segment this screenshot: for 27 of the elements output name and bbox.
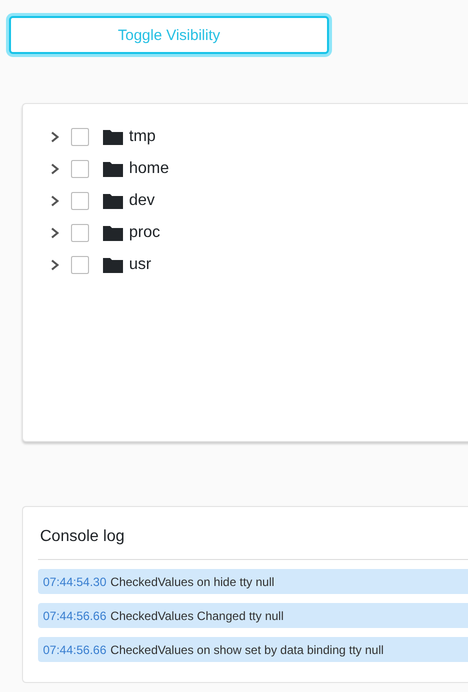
checkbox[interactable]: [71, 160, 89, 178]
checkbox[interactable]: [71, 224, 89, 242]
timestamp: 07:44:56.66: [43, 608, 106, 622]
chevron-icon[interactable]: [50, 195, 60, 207]
checkbox[interactable]: [71, 192, 89, 210]
log-message: CheckedValues on hide tty null: [110, 574, 274, 588]
folder-icon: [103, 257, 123, 273]
log-message: CheckedValues on show set by data binding tty null: [110, 642, 384, 656]
folder-icon: [103, 193, 123, 209]
folder-icon: [103, 225, 123, 241]
folder-icon: [103, 129, 123, 145]
tree-item-label[interactable]: proc: [129, 224, 160, 242]
tree-item-label[interactable]: usr: [129, 256, 152, 274]
console-title: Console log: [39, 527, 126, 547]
log-message: CheckedValues Changed tty null: [110, 608, 284, 622]
folder-icon: [103, 161, 123, 177]
chevron-icon[interactable]: [50, 163, 60, 175]
chevron-icon[interactable]: [50, 259, 60, 271]
checkbox[interactable]: [71, 128, 89, 146]
tree-item-label[interactable]: home: [129, 160, 170, 178]
tree-item-label[interactable]: tmp: [129, 128, 156, 146]
tree-item-label[interactable]: dev: [129, 192, 155, 210]
chevron-icon[interactable]: [50, 227, 60, 239]
checkbox[interactable]: [71, 256, 89, 274]
timestamp: 07:44:54.30: [43, 574, 106, 588]
chevron-icon[interactable]: [50, 131, 60, 143]
timestamp: 07:44:56.66: [43, 642, 106, 656]
